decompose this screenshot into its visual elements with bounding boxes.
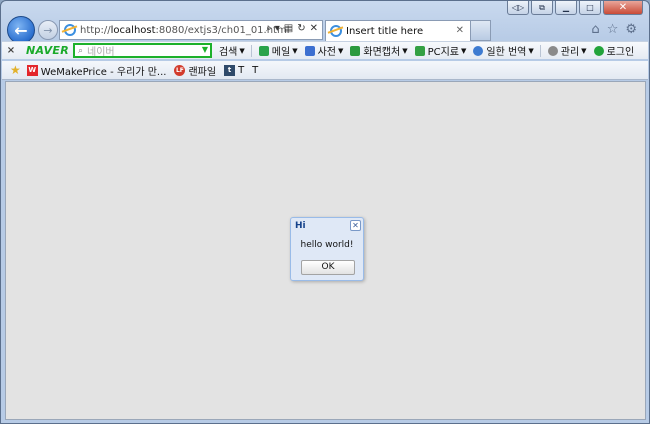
caret-icon: ▼ <box>292 46 298 55</box>
favorite-label: WeMakePrice - 우리가 만... <box>40 66 167 78</box>
caption-buttons: ◁▷ ⧉ ▁ □ ✕ <box>507 1 643 15</box>
login-icon <box>593 45 604 56</box>
refresh-icon[interactable]: ↻ <box>297 23 305 34</box>
browser-window: ◁▷ ⧉ ▁ □ ✕ ← → http://localhost:8080/ext… <box>0 0 650 424</box>
naver-logo[interactable]: NAVER <box>26 44 69 57</box>
favorites-bar: ★ W WeMakePrice - 우리가 만... LF 랜파일 tT T <box>2 61 648 80</box>
back-button[interactable]: ← <box>7 16 35 44</box>
search-placeholder: 네이버 <box>87 47 115 58</box>
address-tools: ⌕ ▾ ▤ ↻ ✕ <box>266 23 318 34</box>
toolbar-item-pc[interactable]: PC지료 ▼ <box>414 43 467 58</box>
address-bar[interactable]: http://localhost:8080/extjs3/ch01_01.htm… <box>59 20 323 40</box>
dialog-header[interactable]: Hi ✕ <box>291 218 363 234</box>
settings-icon[interactable]: ⚙ <box>625 22 637 37</box>
new-tab-button[interactable] <box>471 20 491 41</box>
dictionary-label: 사전 <box>317 47 336 58</box>
close-icon: ✕ <box>618 2 628 13</box>
search-icon: ⌕ <box>77 45 84 56</box>
caret-icon: ▼ <box>581 46 587 55</box>
address-search-icon[interactable]: ⌕ ▾ <box>266 23 280 34</box>
ie-page-icon <box>64 24 76 36</box>
tab-active[interactable]: Insert title here ✕ <box>325 20 471 41</box>
browser-icons: ⌂ ☆ ⚙ <box>591 22 637 37</box>
forward-button[interactable]: → <box>38 20 58 40</box>
favorite-label: 랜파일 <box>188 66 217 78</box>
caret-icon: ▼ <box>402 46 408 55</box>
home-icon[interactable]: ⌂ <box>591 22 599 37</box>
back-arrow-icon: ← <box>14 20 28 40</box>
translate-label: 일한 번역 <box>486 47 527 58</box>
dictionary-icon <box>304 45 315 56</box>
tab-ie-icon <box>330 25 342 37</box>
toolbar-item-manage[interactable]: 관리 ▼ <box>547 43 587 58</box>
stop-icon[interactable]: ✕ <box>310 23 318 34</box>
extra2-icon: ⧉ <box>539 2 545 12</box>
search-button[interactable]: 검색 ▼ <box>218 43 245 59</box>
login-label: 로그인 <box>606 47 635 58</box>
favorite-item-t2[interactable]: T <box>252 65 258 76</box>
window-extra-button[interactable]: ◁▷ <box>507 1 529 15</box>
favorite-item-t[interactable]: tT <box>224 64 245 76</box>
ok-button[interactable]: OK <box>301 260 355 275</box>
window-extra2-button[interactable]: ⧉ <box>531 1 553 15</box>
caret-icon: ▼ <box>528 46 534 55</box>
tab-close-icon[interactable]: ✕ <box>456 25 464 36</box>
favorite-label: T <box>252 64 259 76</box>
toolbar-item-translate[interactable]: 일한 번역 ▼ <box>473 43 534 58</box>
favorites-star-icon[interactable]: ★ <box>10 63 21 77</box>
dialog-message: hello world! <box>300 240 354 250</box>
page-content: Hi ✕ hello world! OK <box>5 81 646 420</box>
message-dialog: Hi ✕ hello world! OK <box>290 217 364 281</box>
naver-toolbar: × NAVER ⌕ 네이버 ▼ 검색 ▼ 메일 ▼ 사전 ▼ 화면캡처 ▼ PC지료 ▼ … <box>2 41 648 59</box>
favorites-icon[interactable]: ☆ <box>607 22 619 37</box>
extra-icon: ◁▷ <box>511 3 525 12</box>
favorite-item-wemakeprice[interactable]: W WeMakePrice - 우리가 만... <box>26 63 167 78</box>
gear-icon <box>547 45 558 56</box>
window-close-button[interactable]: ✕ <box>603 1 643 15</box>
forward-arrow-icon: → <box>43 23 53 37</box>
manage-label: 관리 <box>560 47 580 58</box>
minimize-icon: ▁ <box>562 3 570 12</box>
maximize-icon: □ <box>586 3 594 12</box>
dialog-close-icon[interactable]: ✕ <box>350 220 361 231</box>
toolbar-item-dictionary[interactable]: 사전 ▼ <box>304 43 344 58</box>
lanfile-icon: LF <box>174 64 186 76</box>
capture-label: 화면캡처 <box>363 47 401 58</box>
toolbar-divider <box>250 44 252 57</box>
caret-icon: ▼ <box>461 46 467 55</box>
capture-icon <box>350 45 361 56</box>
pc-label: PC지료 <box>427 47 459 58</box>
favorite-item-lanfile[interactable]: LF 랜파일 <box>174 63 216 78</box>
tab-title: Insert title here <box>346 25 424 37</box>
caret-icon: ▼ <box>239 46 245 55</box>
favorite-label: T <box>238 64 245 76</box>
address-prefix: http:// <box>80 24 111 36</box>
search-button-label: 검색 <box>218 47 238 58</box>
search-dropdown-icon[interactable]: ▼ <box>202 45 208 54</box>
address-url[interactable]: http://localhost:8080/extjs3/ch01_01.htm… <box>80 25 290 36</box>
toolbar-item-capture[interactable]: 화면캡처 ▼ <box>350 43 408 58</box>
dialog-title: Hi <box>295 221 306 231</box>
compat-view-icon[interactable]: ▤ <box>284 23 293 34</box>
toolbar-item-login[interactable]: 로그인 <box>593 43 635 58</box>
translate-icon <box>473 45 484 56</box>
address-host: localhost <box>110 24 156 36</box>
toolbar-item-mail[interactable]: 메일 ▼ <box>258 43 298 58</box>
tumblr-icon: t <box>224 64 236 76</box>
mail-icon <box>258 45 269 56</box>
mail-label: 메일 <box>271 47 291 58</box>
wemakeprice-icon: W <box>26 64 38 76</box>
pc-icon <box>414 45 425 56</box>
maximize-button[interactable]: □ <box>579 1 601 15</box>
minimize-button[interactable]: ▁ <box>555 1 577 15</box>
caret-icon: ▼ <box>337 46 344 55</box>
toolbar-close-icon[interactable]: × <box>2 45 20 56</box>
naver-search-input[interactable]: ⌕ 네이버 ▼ <box>72 43 212 58</box>
toolbar-divider <box>539 44 541 57</box>
